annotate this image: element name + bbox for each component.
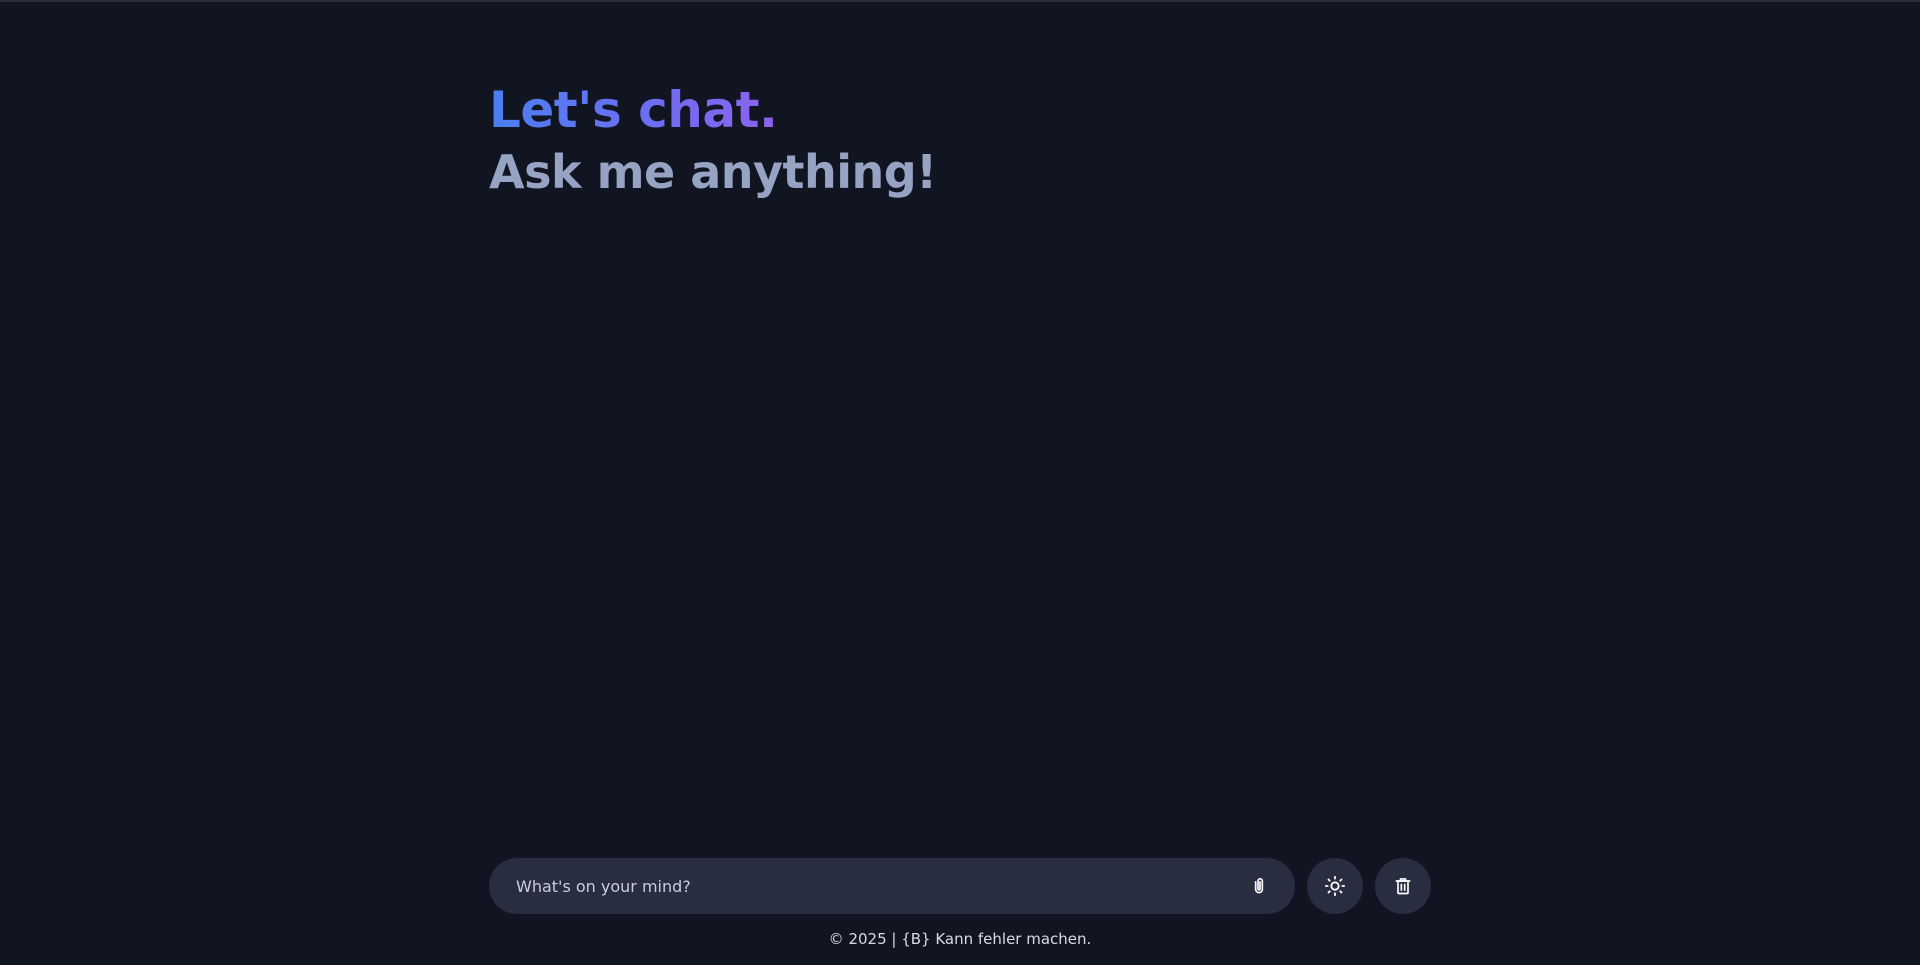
chat-composer xyxy=(489,858,1431,914)
sun-icon xyxy=(1324,875,1346,897)
page-title: Let's chat. xyxy=(489,78,778,142)
theme-toggle-button[interactable] xyxy=(1307,858,1363,914)
trash-icon xyxy=(1395,878,1411,895)
prompt-input[interactable] xyxy=(514,875,1245,897)
paperclip-icon xyxy=(1254,878,1264,894)
delete-chat-button[interactable] xyxy=(1375,858,1431,914)
page-subtitle: Ask me anything! xyxy=(489,145,937,199)
prompt-box xyxy=(489,858,1295,914)
footer-disclaimer: © 2025 | {B} Kann fehler machen. xyxy=(828,930,1092,948)
attach-file-button[interactable] xyxy=(1245,872,1273,900)
greeting-header: Let's chat. Ask me anything! xyxy=(489,78,937,202)
top-border xyxy=(0,0,1920,2)
